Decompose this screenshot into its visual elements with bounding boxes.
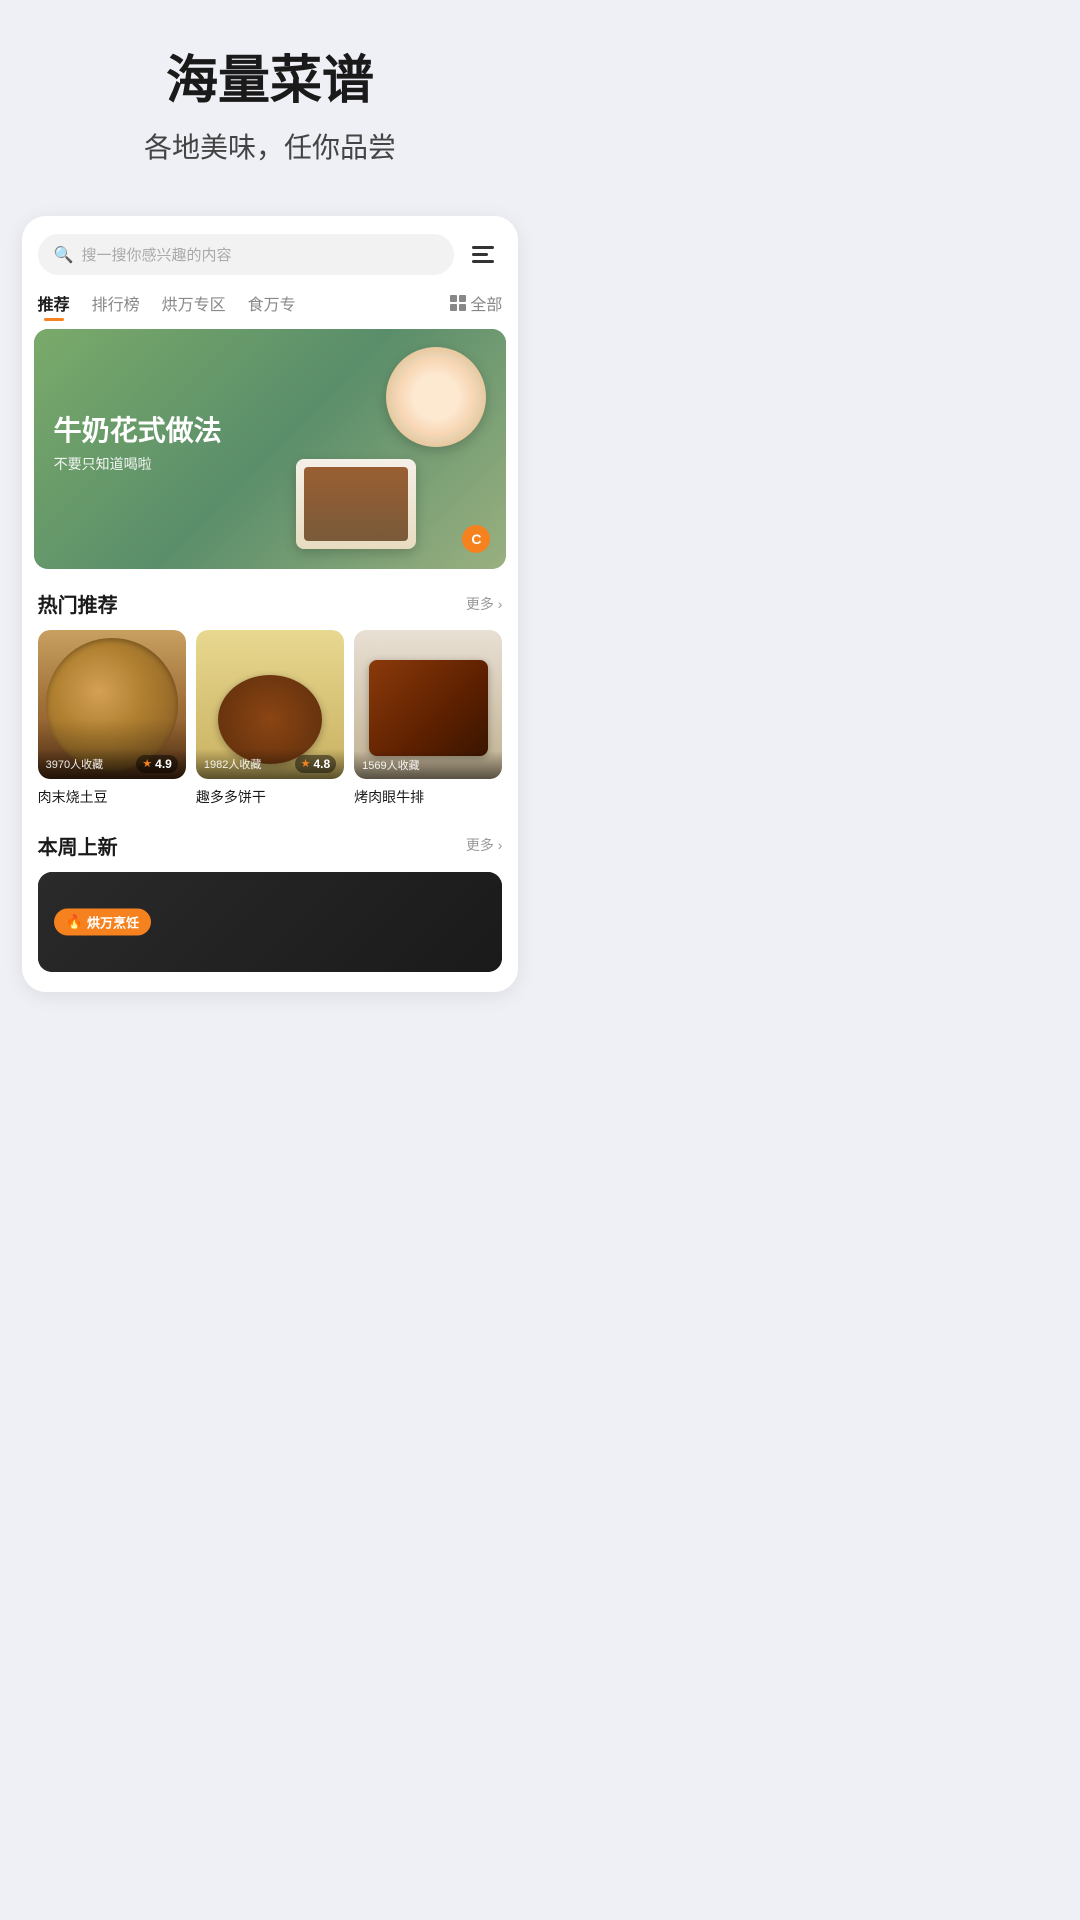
weekly-badge-text: 烘万烹饪 [87, 912, 139, 931]
weekly-section-header: 本周上新 更多 › [22, 811, 519, 872]
food-card-1[interactable]: 3970人收藏 ★ 4.9 肉末烧土豆 [38, 630, 186, 806]
tab-baking[interactable]: 烘万专区 [162, 291, 226, 315]
star-icon-1: ★ [142, 757, 152, 770]
food-plate-cake [296, 459, 416, 549]
search-icon: 🔍 [54, 245, 74, 265]
tab-all-label: 全部 [470, 291, 502, 315]
food-card-name-3: 烤肉眼牛排 [354, 787, 502, 807]
food-badge-2: 1982人收藏 ★ 4.8 [196, 749, 344, 779]
food-card-img-3: 1569人收藏 [354, 630, 502, 778]
food-badge-3: 1569人收藏 [354, 751, 502, 779]
badge-collect-3: 1569人收藏 [362, 757, 419, 773]
search-bar-wrap: 🔍 搜一搜你感兴趣的内容 [22, 216, 519, 285]
fire-icon: 🔥 [66, 913, 83, 930]
badge-rating-2: ★ 4.8 [295, 755, 337, 773]
hero-title: 海量菜谱 [20, 50, 520, 112]
banner-sub-text: 不要只知道喝啦 [54, 454, 222, 474]
search-placeholder: 搜一搜你感兴趣的内容 [82, 244, 232, 265]
star-icon-2: ★ [301, 757, 311, 770]
tab-recommend[interactable]: 推荐 [38, 291, 70, 315]
hot-section-more[interactable]: 更多 › [466, 594, 503, 614]
tab-all[interactable]: 全部 [450, 291, 502, 315]
hot-section-title: 热门推荐 [38, 589, 118, 618]
hero-subtitle: 各地美味，任你品尝 [20, 126, 520, 166]
weekly-section-more[interactable]: 更多 › [466, 835, 503, 855]
tab-food[interactable]: 食万专 [248, 291, 296, 315]
banner-food-visual [199, 329, 506, 569]
food-badge-1: 3970人收藏 ★ 4.9 [38, 749, 186, 779]
menu-icon-button[interactable] [464, 236, 502, 274]
banner-text-block: 牛奶花式做法 不要只知道喝啦 [54, 413, 222, 473]
weekly-section-title: 本周上新 [38, 831, 118, 860]
weekly-badge: 🔥 烘万烹饪 [54, 908, 151, 935]
banner[interactable]: 牛奶花式做法 不要只知道喝啦 C [34, 329, 507, 569]
hot-section-header: 热门推荐 更多 › [22, 569, 519, 630]
hot-cards-row: 3970人收藏 ★ 4.9 肉末烧土豆 1982人收藏 ★ 4.8 [22, 630, 519, 806]
badge-collect-2: 1982人收藏 [204, 756, 261, 772]
badge-collect-1: 3970人收藏 [46, 756, 103, 772]
food-card-2[interactable]: 1982人收藏 ★ 4.8 趣多多饼干 [196, 630, 344, 806]
search-bar[interactable]: 🔍 搜一搜你感兴趣的内容 [38, 234, 455, 275]
badge-rating-1: ★ 4.9 [136, 755, 178, 773]
grid-icon [450, 295, 466, 311]
weekly-section: 本周上新 更多 › 🔥 烘万烹饪 [22, 807, 519, 972]
weekly-card[interactable]: 🔥 烘万烹饪 [38, 872, 503, 972]
badge-score-1: 4.9 [155, 757, 172, 771]
food-plate-drink [386, 347, 486, 447]
tab-ranking[interactable]: 排行榜 [92, 291, 140, 315]
food-card-name-1: 肉末烧土豆 [38, 787, 186, 807]
hero-section: 海量菜谱 各地美味，任你品尝 [0, 0, 540, 196]
banner-main-text: 牛奶花式做法 [54, 413, 222, 449]
food-card-img-1: 3970人收藏 ★ 4.9 [38, 630, 186, 778]
food-card-3[interactable]: 1569人收藏 烤肉眼牛排 [354, 630, 502, 806]
app-card: 🔍 搜一搜你感兴趣的内容 推荐 排行榜 烘万专区 食万专 全部 牛奶花式做法 不 [22, 216, 519, 991]
food-card-name-2: 趣多多饼干 [196, 787, 344, 807]
food-card-img-2: 1982人收藏 ★ 4.8 [196, 630, 344, 778]
badge-score-2: 4.8 [313, 757, 330, 771]
nav-tabs: 推荐 排行榜 烘万专区 食万专 全部 [22, 285, 519, 329]
menu-icon [472, 246, 494, 263]
